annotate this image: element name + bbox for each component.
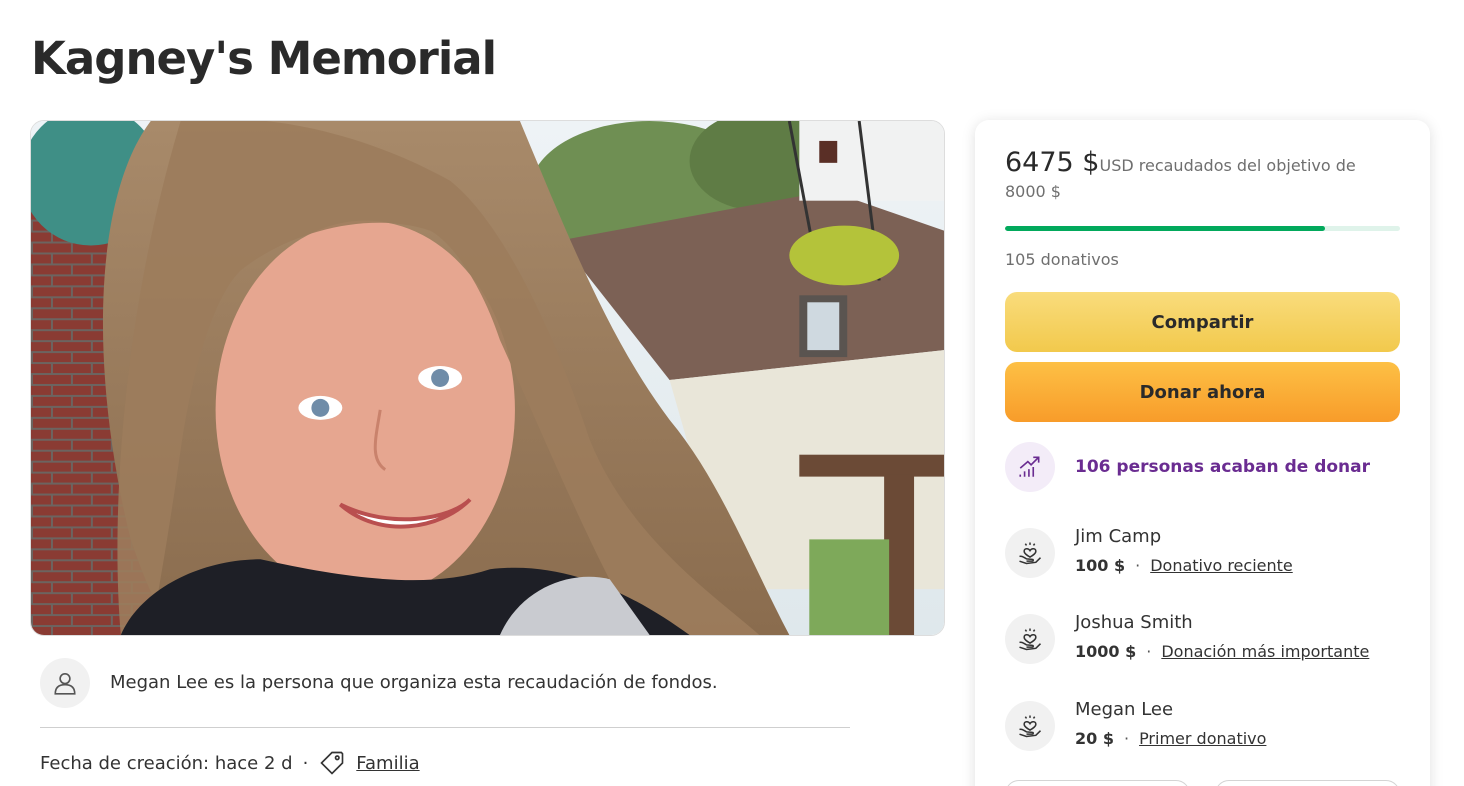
donor-name: Jim Camp [1075, 526, 1162, 547]
campaign-meta: Fecha de creación: hace 2 d · Familia [40, 748, 420, 778]
heart-hand-icon [1005, 528, 1055, 578]
donate-button[interactable]: Donar ahora [1005, 362, 1400, 422]
category-link[interactable]: Familia [356, 753, 419, 774]
tag-icon [318, 748, 348, 778]
donor-name: Megan Lee [1075, 699, 1174, 720]
donation-count: 105 donativos [1005, 250, 1119, 269]
donor-details: 20 $ · Primer donativo [1075, 729, 1266, 748]
share-button[interactable]: Compartir [1005, 292, 1400, 352]
user-icon [40, 658, 90, 708]
donor-item: Megan Lee 20 $ · Primer donativo [1005, 699, 1400, 759]
recent-activity: 106 personas acaban de donar [1005, 442, 1370, 492]
organizer-text: Megan Lee es la persona que organiza est… [110, 672, 718, 693]
recent-activity-text: 106 personas acaban de donar [1075, 457, 1371, 477]
donor-details: 1000 $ · Donación más importante [1075, 642, 1369, 661]
donor-label-link[interactable]: Donativo reciente [1150, 556, 1293, 575]
donor-item: Joshua Smith 1000 $ · Donación más importa… [1005, 612, 1400, 672]
donor-separator: · [1135, 556, 1141, 575]
see-all-button[interactable] [1005, 780, 1190, 786]
donor-amount: 20 $ [1075, 729, 1114, 748]
amount-summary: 6475 $USD recaudados del objetivo de 800… [1005, 147, 1385, 205]
progress-fill [1005, 226, 1325, 231]
trending-up-icon [1005, 442, 1055, 492]
donation-card: 6475 $USD recaudados del objetivo de 800… [975, 120, 1430, 786]
donor-amount: 100 $ [1075, 556, 1126, 575]
goal-text: USD recaudados del objetivo de [1099, 156, 1356, 175]
created-date: Fecha de creación: hace 2 d [40, 752, 293, 774]
campaign-photo [30, 120, 945, 636]
see-top-button[interactable] [1215, 780, 1400, 786]
meta-separator: · [302, 752, 309, 774]
progress-bar [1005, 226, 1400, 231]
raised-amount: 6475 $ [1005, 147, 1100, 178]
donor-amount: 1000 $ [1075, 642, 1137, 661]
organizer-info: Megan Lee es la persona que organiza est… [40, 658, 850, 728]
donor-label-link[interactable]: Donación más importante [1161, 642, 1369, 661]
donor-separator: · [1123, 729, 1130, 748]
donor-item: Jim Camp 100 $ · Donativo reciente [1005, 526, 1400, 586]
heart-hand-icon [1005, 614, 1055, 664]
goal-amount: 8000 $ [1005, 182, 1061, 201]
donor-name: Joshua Smith [1075, 612, 1193, 633]
donor-label-link[interactable]: Primer donativo [1139, 729, 1266, 748]
donor-details: 100 $ · Donativo reciente [1075, 556, 1293, 575]
donor-separator: · [1146, 642, 1152, 661]
heart-hand-icon [1005, 701, 1055, 751]
page-title: Kagney's Memorial [31, 32, 497, 85]
